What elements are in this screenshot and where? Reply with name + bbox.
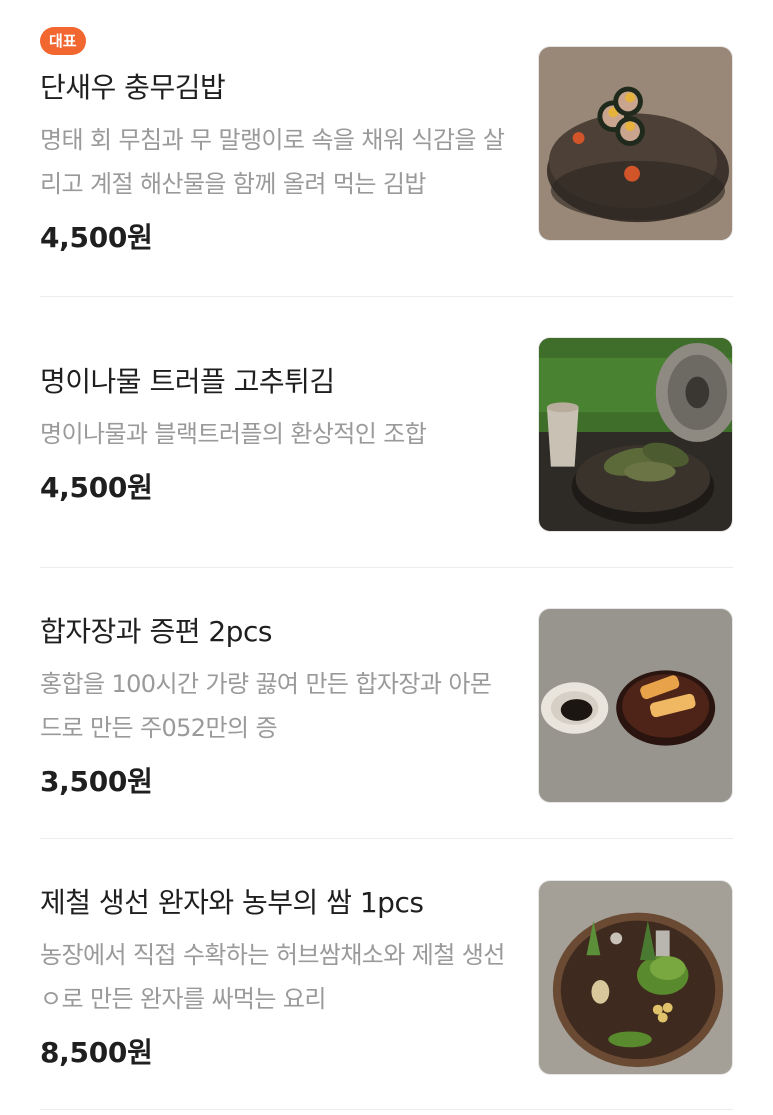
kimbap-dish-image (539, 47, 732, 240)
menu-item-description: 명태 회 무침과 무 말랭이로 속을 채워 식감을 살리고 계절 해산물을 함께… (40, 126, 505, 198)
menu-item-photo[interactable] (538, 608, 733, 803)
divider (40, 1109, 733, 1110)
menu-item-name: 명이나물 트러플 고추튀김 (40, 365, 335, 398)
menu-item-price: 4,500원 (40, 471, 153, 504)
menu-item-name: 단새우 충무김밥 (40, 71, 226, 104)
menu-item[interactable]: 제철 생선 완자와 농부의 쌈 1pcs 농장에서 직접 수확하는 허브쌈채소와… (40, 839, 733, 1109)
menu-item-photo[interactable] (538, 46, 733, 241)
menu-item-price: 4,500원 (40, 221, 153, 254)
menu-item-description: 농장에서 직접 수확하는 허브쌈채소와 제철 생선ㅇ로 만든 완자를 싸먹는 요… (40, 941, 505, 1013)
menu-item-price: 3,500원 (40, 765, 153, 798)
fish-ball-wrap-dish-image (539, 881, 732, 1074)
truffle-pepper-dish-image (539, 338, 732, 531)
menu-item-description: 홍합을 100시간 가량 끓여 만든 합자장과 아몬드로 만든 주052만의 증 (40, 670, 492, 742)
menu-item-name: 합자장과 증편 2pcs (40, 615, 272, 648)
menu-item[interactable]: 합자장과 증편 2pcs 홍합을 100시간 가량 끓여 만든 합자장과 아몬드… (40, 568, 733, 838)
menu-item[interactable]: 명이나물 트러플 고추튀김 명이나물과 블랙트러플의 환상적인 조합 4,500… (40, 297, 733, 567)
menu-item-photo[interactable] (538, 880, 733, 1075)
menu-item-description: 명이나물과 블랙트러플의 환상적인 조합 (40, 420, 427, 448)
signature-badge: 대표 (40, 27, 86, 55)
menu-item-price: 8,500원 (40, 1036, 153, 1069)
menu-item-name: 제철 생선 완자와 농부의 쌈 1pcs (40, 886, 424, 919)
menu-item[interactable]: 대표 단새우 충무김밥 명태 회 무침과 무 말랭이로 속을 채워 식감을 살리… (40, 0, 733, 296)
menu-item-photo[interactable] (538, 337, 733, 532)
mussel-sauce-dish-image (539, 609, 732, 802)
